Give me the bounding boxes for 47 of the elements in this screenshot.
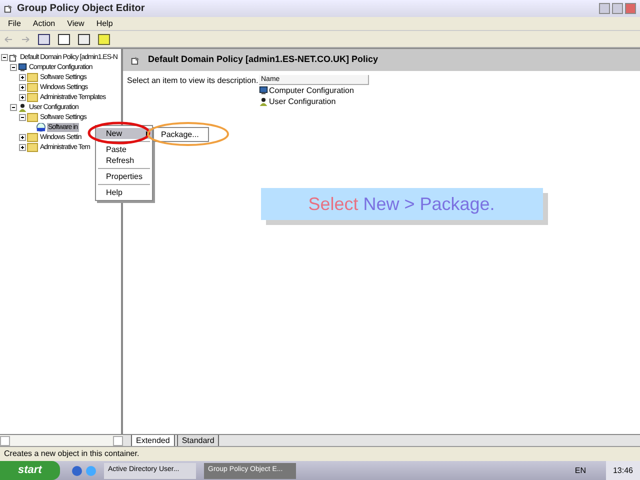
clock: 13:46 — [606, 461, 640, 480]
policy-icon — [131, 56, 140, 64]
menu-option[interactable]: Properties — [96, 171, 152, 182]
menu-item[interactable]: View — [67, 18, 84, 30]
callout-text: Select — [308, 192, 358, 216]
expand-icon[interactable] — [19, 74, 26, 80]
expand-icon[interactable] — [19, 134, 26, 140]
computer-icon — [18, 62, 27, 72]
folder-icon — [27, 72, 38, 82]
menu-option[interactable]: Refresh — [96, 155, 152, 166]
menu-item[interactable]: Action — [32, 18, 56, 30]
folder-icon — [27, 82, 38, 92]
submenu-arrow-icon — [146, 130, 149, 136]
description-text: Select an item to view its description. — [127, 75, 259, 87]
computer-icon — [259, 86, 268, 95]
folder-icon — [27, 92, 38, 102]
expand-icon[interactable] — [19, 144, 26, 150]
menu-option[interactable]: Paste — [96, 144, 152, 155]
highlight-ellipse — [87, 121, 151, 145]
details-title: Default Domain Policy [admin1.ES-NET.CO.UK] Policy — [148, 53, 378, 66]
collapse-icon[interactable] — [10, 64, 17, 70]
language-indicator: EN — [574, 464, 586, 476]
window-title: Group Policy Object Editor — [17, 2, 145, 16]
collapse-icon[interactable] — [1, 54, 8, 60]
menu-item[interactable]: Help — [96, 18, 113, 30]
policy-icon — [4, 4, 13, 13]
menu-option[interactable]: New — [96, 128, 152, 139]
menu-option[interactable]: Help — [96, 187, 152, 198]
policy-icon — [9, 52, 18, 62]
folder-icon — [27, 132, 38, 142]
status-text: Creates a new object in this container. — [4, 448, 140, 460]
list-item[interactable]: User Configuration — [269, 96, 336, 108]
callout-text: New > Package. — [363, 192, 495, 216]
view-tab[interactable]: Standard — [176, 435, 220, 446]
user-icon — [18, 102, 27, 112]
package-icon — [36, 122, 46, 132]
folder-icon — [27, 142, 38, 152]
folder-icon — [27, 112, 38, 122]
user-icon — [259, 97, 268, 106]
menu-item[interactable]: File — [8, 18, 21, 30]
expand-icon[interactable] — [19, 84, 26, 90]
collapse-icon[interactable] — [10, 104, 17, 110]
expand-icon[interactable] — [19, 94, 26, 100]
collapse-icon[interactable] — [19, 114, 26, 120]
start-button[interactable]: start — [0, 461, 60, 480]
list-item[interactable]: Computer Configuration — [269, 84, 354, 96]
view-tab[interactable]: Extended — [131, 435, 175, 446]
